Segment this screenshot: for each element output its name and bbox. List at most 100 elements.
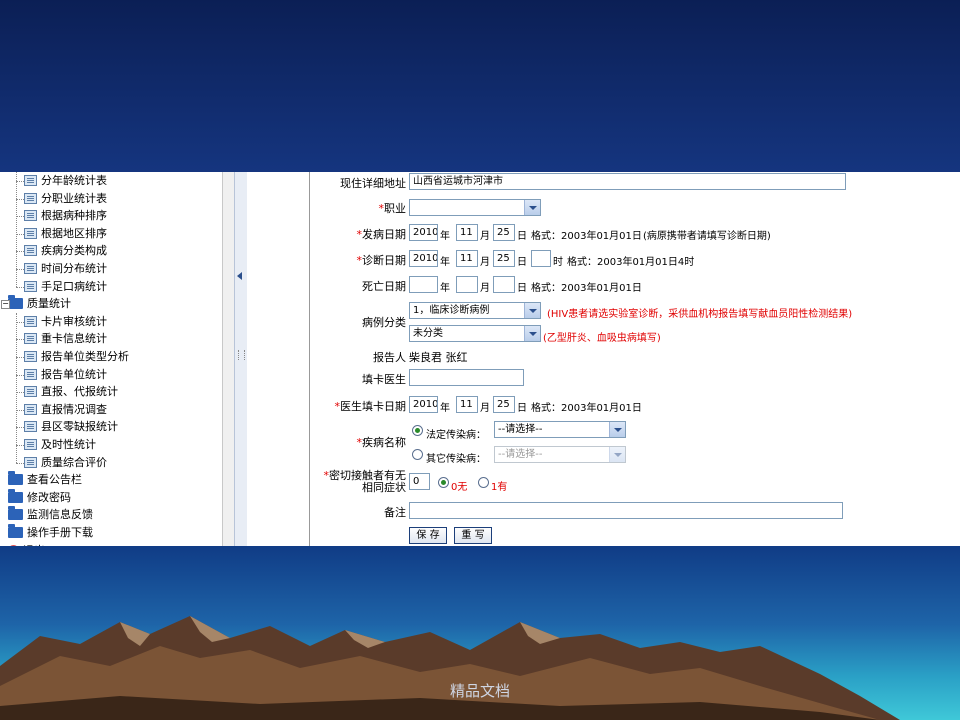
- document-icon: [24, 245, 37, 257]
- fill-month-unit: 月: [480, 403, 490, 414]
- contact-input[interactable]: 0: [409, 473, 430, 490]
- fill-format-hint: 格式：2003年01月01日: [531, 403, 642, 414]
- case-class-label: 病例分类: [362, 316, 406, 329]
- document-icon: [24, 192, 37, 204]
- contact-no-radio[interactable]: [438, 477, 449, 488]
- tree-item[interactable]: 县区零缺报统计: [24, 418, 118, 435]
- chevron-down-icon[interactable]: [609, 447, 625, 462]
- tree-item[interactable]: 卡片审核统计: [24, 313, 107, 330]
- folder-icon: [8, 488, 23, 503]
- tree-item-label: 监测信息反馈: [27, 508, 93, 522]
- remark-input[interactable]: [409, 502, 843, 519]
- diagnosis-hour-input[interactable]: [531, 250, 551, 267]
- onset-note: (病原携带者请填写诊断日期): [643, 231, 771, 242]
- watermark: 精品文档: [449, 682, 510, 700]
- case-class-select[interactable]: 1，临床诊断病例: [409, 302, 541, 319]
- tree-item[interactable]: 质量统计: [8, 295, 71, 312]
- contact-yes-label: 1有: [491, 482, 508, 493]
- tree-item-label: 报告单位统计: [41, 367, 107, 381]
- fill-year-input[interactable]: 2010: [409, 396, 438, 413]
- tree-item-label: 质量统计: [27, 297, 71, 311]
- tree-item[interactable]: 报告单位统计: [24, 366, 107, 383]
- document-icon: [24, 421, 37, 433]
- tree-item[interactable]: 修改密码: [8, 488, 71, 506]
- tree-connector: [16, 286, 24, 288]
- onset-year-unit: 年: [440, 231, 450, 242]
- splitter-grip-icon[interactable]: [238, 350, 245, 360]
- document-icon: [24, 227, 37, 239]
- death-year-input[interactable]: [409, 276, 438, 293]
- tree-connector: [16, 445, 24, 446]
- other-disease-select[interactable]: --请选择--: [494, 446, 626, 463]
- chevron-down-icon[interactable]: [524, 326, 540, 341]
- document-icon: [24, 439, 37, 450]
- fill-month-input[interactable]: 11: [456, 396, 478, 413]
- death-date-label: 死亡日期: [362, 280, 406, 293]
- screenshot: 分年龄统计表 分职业统计表根据病种排序根据地区排序疾病分类构成时间分布统计 手足口病…: [0, 172, 960, 546]
- tree-item[interactable]: 查看公告栏: [8, 471, 82, 488]
- death-day-input[interactable]: [493, 276, 515, 293]
- tree-connector: [16, 392, 24, 394]
- tree-item[interactable]: 手足口病统计: [24, 278, 107, 295]
- case-subclass-select[interactable]: 未分类: [409, 325, 541, 342]
- tree-item[interactable]: 重卡信息统计: [24, 330, 107, 347]
- occupation-select[interactable]: [409, 199, 541, 216]
- address-input[interactable]: 山西省运城市河津市: [409, 173, 846, 190]
- tree-item-label: 分年龄统计表: [41, 174, 107, 187]
- tree-item-label: 根据地区排序: [41, 226, 107, 240]
- tree-connector: [16, 216, 24, 218]
- tree-item[interactable]: 分年龄统计表: [24, 172, 107, 189]
- diagnosis-year-input[interactable]: 2010: [409, 250, 438, 267]
- tree-item-label: 时间分布统计: [41, 262, 107, 275]
- chevron-down-icon[interactable]: [524, 303, 540, 318]
- tree-connector: [16, 312, 17, 464]
- tree-item[interactable]: 分职业统计表: [24, 190, 107, 207]
- tree-item[interactable]: 根据地区排序: [24, 225, 107, 242]
- reset-button[interactable]: 重 写: [454, 527, 492, 544]
- tree-item[interactable]: 直报情况调查: [24, 401, 107, 418]
- tree-item-label: 卡片审核统计: [41, 314, 107, 328]
- onset-year-input[interactable]: 2010: [409, 224, 438, 241]
- fill-day-input[interactable]: 25: [493, 396, 515, 413]
- tree-item[interactable]: 时间分布统计: [24, 260, 107, 277]
- tree-item-label: 分职业统计表: [41, 191, 107, 205]
- tree-item-label: 报告单位类型分析: [41, 350, 129, 363]
- tree-connector: [16, 172, 17, 288]
- tree-item-label: 手足口病统计: [41, 279, 107, 293]
- folder-icon: [8, 471, 23, 486]
- tree-connector: [16, 374, 24, 376]
- document-icon: [24, 210, 37, 222]
- collapse-arrow-icon[interactable]: [237, 272, 242, 280]
- death-month-unit: 月: [480, 283, 490, 294]
- tree-connector: [16, 409, 24, 411]
- tree-item[interactable]: 质量综合评价: [24, 454, 107, 471]
- folder-icon: [8, 506, 23, 521]
- onset-day-input[interactable]: 25: [493, 224, 515, 241]
- document-icon: [24, 403, 37, 415]
- chevron-down-icon[interactable]: [609, 422, 625, 437]
- tree-item[interactable]: 疾病分类构成: [24, 242, 107, 259]
- document-icon: [24, 175, 37, 186]
- legal-disease-radio[interactable]: [412, 425, 423, 436]
- death-month-input[interactable]: [456, 276, 478, 293]
- chevron-down-icon[interactable]: [524, 200, 540, 215]
- diagnosis-day-input[interactable]: 25: [493, 250, 515, 267]
- contact-yes-radio[interactable]: [478, 477, 489, 488]
- tree-item[interactable]: 报告单位类型分析: [24, 348, 129, 365]
- disease-label: *疾病名称: [356, 436, 407, 449]
- tree-item[interactable]: 操作手册下载: [8, 524, 93, 541]
- form-column-divider: [309, 172, 310, 546]
- legal-disease-select[interactable]: --请选择--: [494, 421, 626, 438]
- onset-month-input[interactable]: 11: [456, 224, 478, 241]
- doctor-input[interactable]: [409, 369, 524, 386]
- tree-item[interactable]: 及时性统计: [24, 436, 96, 453]
- diagnosis-month-input[interactable]: 11: [456, 250, 478, 267]
- case-class-note: (HIV患者请选实验室诊断，采供血机构报告填写献血员阳性检测结果): [547, 309, 853, 320]
- tree-item[interactable]: 根据病种排序: [24, 207, 107, 224]
- collapse-node-icon[interactable]: −: [1, 300, 10, 310]
- tree-item[interactable]: 监测信息反馈: [8, 506, 93, 523]
- tree-item[interactable]: 直报、代报统计: [24, 383, 118, 400]
- collapse-bar[interactable]: [234, 172, 248, 546]
- other-disease-radio[interactable]: [412, 449, 423, 460]
- save-button[interactable]: 保 存: [409, 527, 447, 544]
